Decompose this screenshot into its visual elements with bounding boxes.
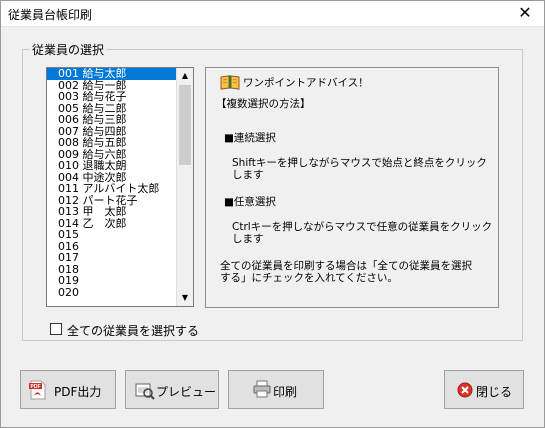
employee-list-item[interactable]: 015	[47, 229, 177, 241]
note-line2: する」にチェックを入れてください。	[220, 272, 398, 284]
section1-line1: Shiftキーを押しながらマウスで始点と終点をクリック	[232, 157, 487, 169]
scroll-up-arrow-icon[interactable]: ▲	[177, 68, 193, 84]
scroll-thumb[interactable]	[179, 85, 191, 165]
employee-list-item[interactable]: 001 給与太郎	[47, 68, 177, 80]
employee-list-item[interactable]: 013 甲 太郎	[47, 206, 177, 218]
employee-list-item[interactable]: 018	[47, 264, 177, 276]
employee-list-item[interactable]: 007 給与四郎	[47, 126, 177, 138]
scroll-down-arrow-icon[interactable]: ▼	[177, 290, 193, 306]
employee-list-item[interactable]: 017	[47, 252, 177, 264]
print-button[interactable]: 印刷	[228, 370, 324, 409]
employee-list-item[interactable]: 002 給与一郎	[47, 80, 177, 92]
employee-list-item[interactable]: 020	[47, 287, 177, 299]
print-button-label: 印刷	[273, 385, 298, 399]
employee-list-item[interactable]: 004 中途次郎	[47, 172, 177, 184]
employee-list-item[interactable]: 016	[47, 241, 177, 253]
employee-list-item[interactable]: 012 パート花子	[47, 195, 177, 207]
printer-icon	[253, 380, 271, 398]
pdf-icon: PDF	[29, 380, 46, 400]
close-circle-icon	[457, 382, 473, 398]
close-button-label: 閉じる	[476, 385, 513, 399]
employee-list-item[interactable]: 019	[47, 275, 177, 287]
select-all-checkbox[interactable]	[50, 323, 62, 335]
employee-list-item[interactable]: 005 給与二郎	[47, 103, 177, 115]
section2-line2: します	[232, 233, 264, 245]
employee-list-item[interactable]: 008 給与五郎	[47, 137, 177, 149]
employee-list-item[interactable]: 014 乙 次郎	[47, 218, 177, 230]
pdf-button-label: PDF出力	[54, 385, 102, 399]
advice-panel: ワンポイントアドバイス！ 【複数選択の方法】 ■連続選択 Shiftキーを押しな…	[205, 67, 499, 308]
section2-line1: Ctrlキーを押しながらマウスで任意の従業員をクリック	[232, 221, 493, 233]
list-scrollbar[interactable]: ▲ ▼	[176, 68, 193, 306]
employee-list-item[interactable]: 003 給与花子	[47, 91, 177, 103]
employee-list-item[interactable]: 006 給与三郎	[47, 114, 177, 126]
title-bar: 従業員台帳印刷 ✕	[1, 1, 544, 27]
group-legend: 従業員の選択	[29, 41, 108, 58]
window-close-button[interactable]: ✕	[512, 2, 538, 24]
employee-list-item[interactable]: 010 退職太朗	[47, 160, 177, 172]
employee-list-items: 001 給与太郎 002 給与一郎 003 給与花子 005 給与二郎 006 給与三郎…	[47, 68, 177, 298]
preview-button[interactable]: プレビュー	[125, 370, 219, 409]
employee-list-item[interactable]: 009 給与六郎	[47, 149, 177, 161]
preview-button-label: プレビュー	[156, 385, 217, 399]
section1-title: ■連続選択	[224, 132, 276, 144]
section2-title: ■任意選択	[224, 196, 276, 208]
close-button[interactable]: 閉じる	[444, 370, 524, 409]
employee-listbox[interactable]: 001 給与太郎 002 給与一郎 003 給与花子 005 給与二郎 006 給与三郎…	[46, 67, 194, 307]
open-book-icon	[220, 75, 240, 90]
employee-list-item[interactable]: 011 アルバイト太郎	[47, 183, 177, 195]
advice-subheading: 【複数選択の方法】	[216, 98, 311, 110]
pdf-export-button[interactable]: PDF PDF出力	[20, 370, 116, 409]
section1-line2: します	[232, 169, 264, 181]
select-all-label[interactable]: 全ての従業員を選択する	[67, 322, 199, 339]
window-title: 従業員台帳印刷	[8, 8, 93, 22]
svg-text:PDF: PDF	[31, 384, 41, 390]
note-line1: 全ての従業員を印刷する場合は「全ての従業員を選択	[220, 260, 472, 272]
advice-heading: ワンポイントアドバイス！	[243, 77, 369, 89]
preview-icon	[135, 383, 155, 400]
employee-ledger-print-dialog: 従業員台帳印刷 ✕ 従業員の選択 001 給与太郎 002 給与一郎 003 給与花…	[0, 0, 545, 428]
